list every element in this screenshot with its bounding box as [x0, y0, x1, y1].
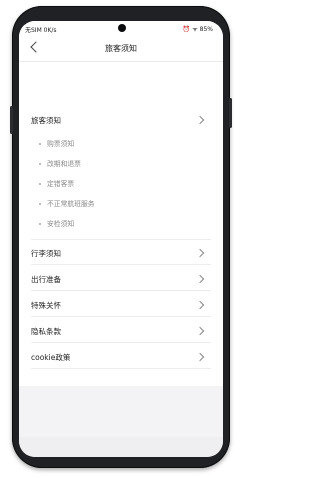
- bullet-dot-icon: [39, 163, 41, 165]
- bullet-dot-icon: [39, 183, 41, 185]
- privacy-terms-row[interactable]: 隐私条款: [19, 318, 223, 343]
- subitem-change-refund[interactable]: 改期和退票: [39, 158, 81, 168]
- subitem-ticket-purchase[interactable]: 购票须知: [39, 138, 74, 148]
- status-bar: 无SIM 0K/s ⏰ ᯤ 85%: [19, 21, 223, 35]
- privacy-terms-label: 隐私条款: [31, 327, 61, 336]
- divider: [31, 290, 211, 291]
- travel-notice-row[interactable]: 旅客须知: [19, 107, 223, 132]
- special-care-label: 特殊关怀: [31, 301, 61, 310]
- divider: [31, 316, 211, 317]
- chevron-right-icon: [195, 115, 205, 125]
- divider: [31, 264, 211, 265]
- power-button: [229, 98, 232, 128]
- chevron-right-icon: [195, 326, 205, 336]
- bullet-dot-icon: [39, 143, 41, 145]
- chevron-right-icon: [195, 248, 205, 258]
- chevron-right-icon: [195, 300, 205, 310]
- luggage-notice-label: 行李须知: [31, 249, 61, 258]
- special-care-row[interactable]: 特殊关怀: [19, 292, 223, 317]
- status-right-text: ⏰ ᯤ 85%: [182, 26, 213, 33]
- travel-notice-label: 旅客须知: [31, 116, 61, 125]
- travel-preparation-row[interactable]: 出行准备: [19, 266, 223, 291]
- subitem-wrong-ticket[interactable]: 定错客票: [39, 178, 74, 188]
- travel-preparation-label: 出行准备: [31, 275, 61, 284]
- volume-button: [10, 106, 13, 134]
- notice-list: 旅客须知 购票须知 改期和退票 定错客票 不正常航班服务 安检须知 行李须知 出…: [19, 62, 223, 386]
- cookie-policy-label: cookie政策: [31, 353, 71, 362]
- chevron-right-icon: [195, 352, 205, 362]
- divider: [31, 342, 211, 343]
- bottom-area: [19, 437, 223, 457]
- page-title: 旅客须知: [105, 44, 137, 53]
- subitem-irregular-flight[interactable]: 不正常航班服务: [39, 198, 95, 208]
- luggage-notice-row[interactable]: 行李须知: [19, 240, 223, 265]
- top-nav-bar: 旅客须知: [19, 35, 223, 62]
- cookie-policy-row[interactable]: cookie政策: [19, 344, 223, 369]
- chevron-right-icon: [195, 274, 205, 284]
- front-camera-icon: [118, 24, 126, 32]
- status-left-text: 无SIM 0K/s: [25, 27, 57, 34]
- divider: [31, 368, 211, 369]
- section-divider: [19, 213, 223, 240]
- screen: 无SIM 0K/s ⏰ ᯤ 85% 旅客须知 旅客须知 购票须知 改期和退票 定…: [19, 21, 223, 457]
- bullet-dot-icon: [39, 203, 41, 205]
